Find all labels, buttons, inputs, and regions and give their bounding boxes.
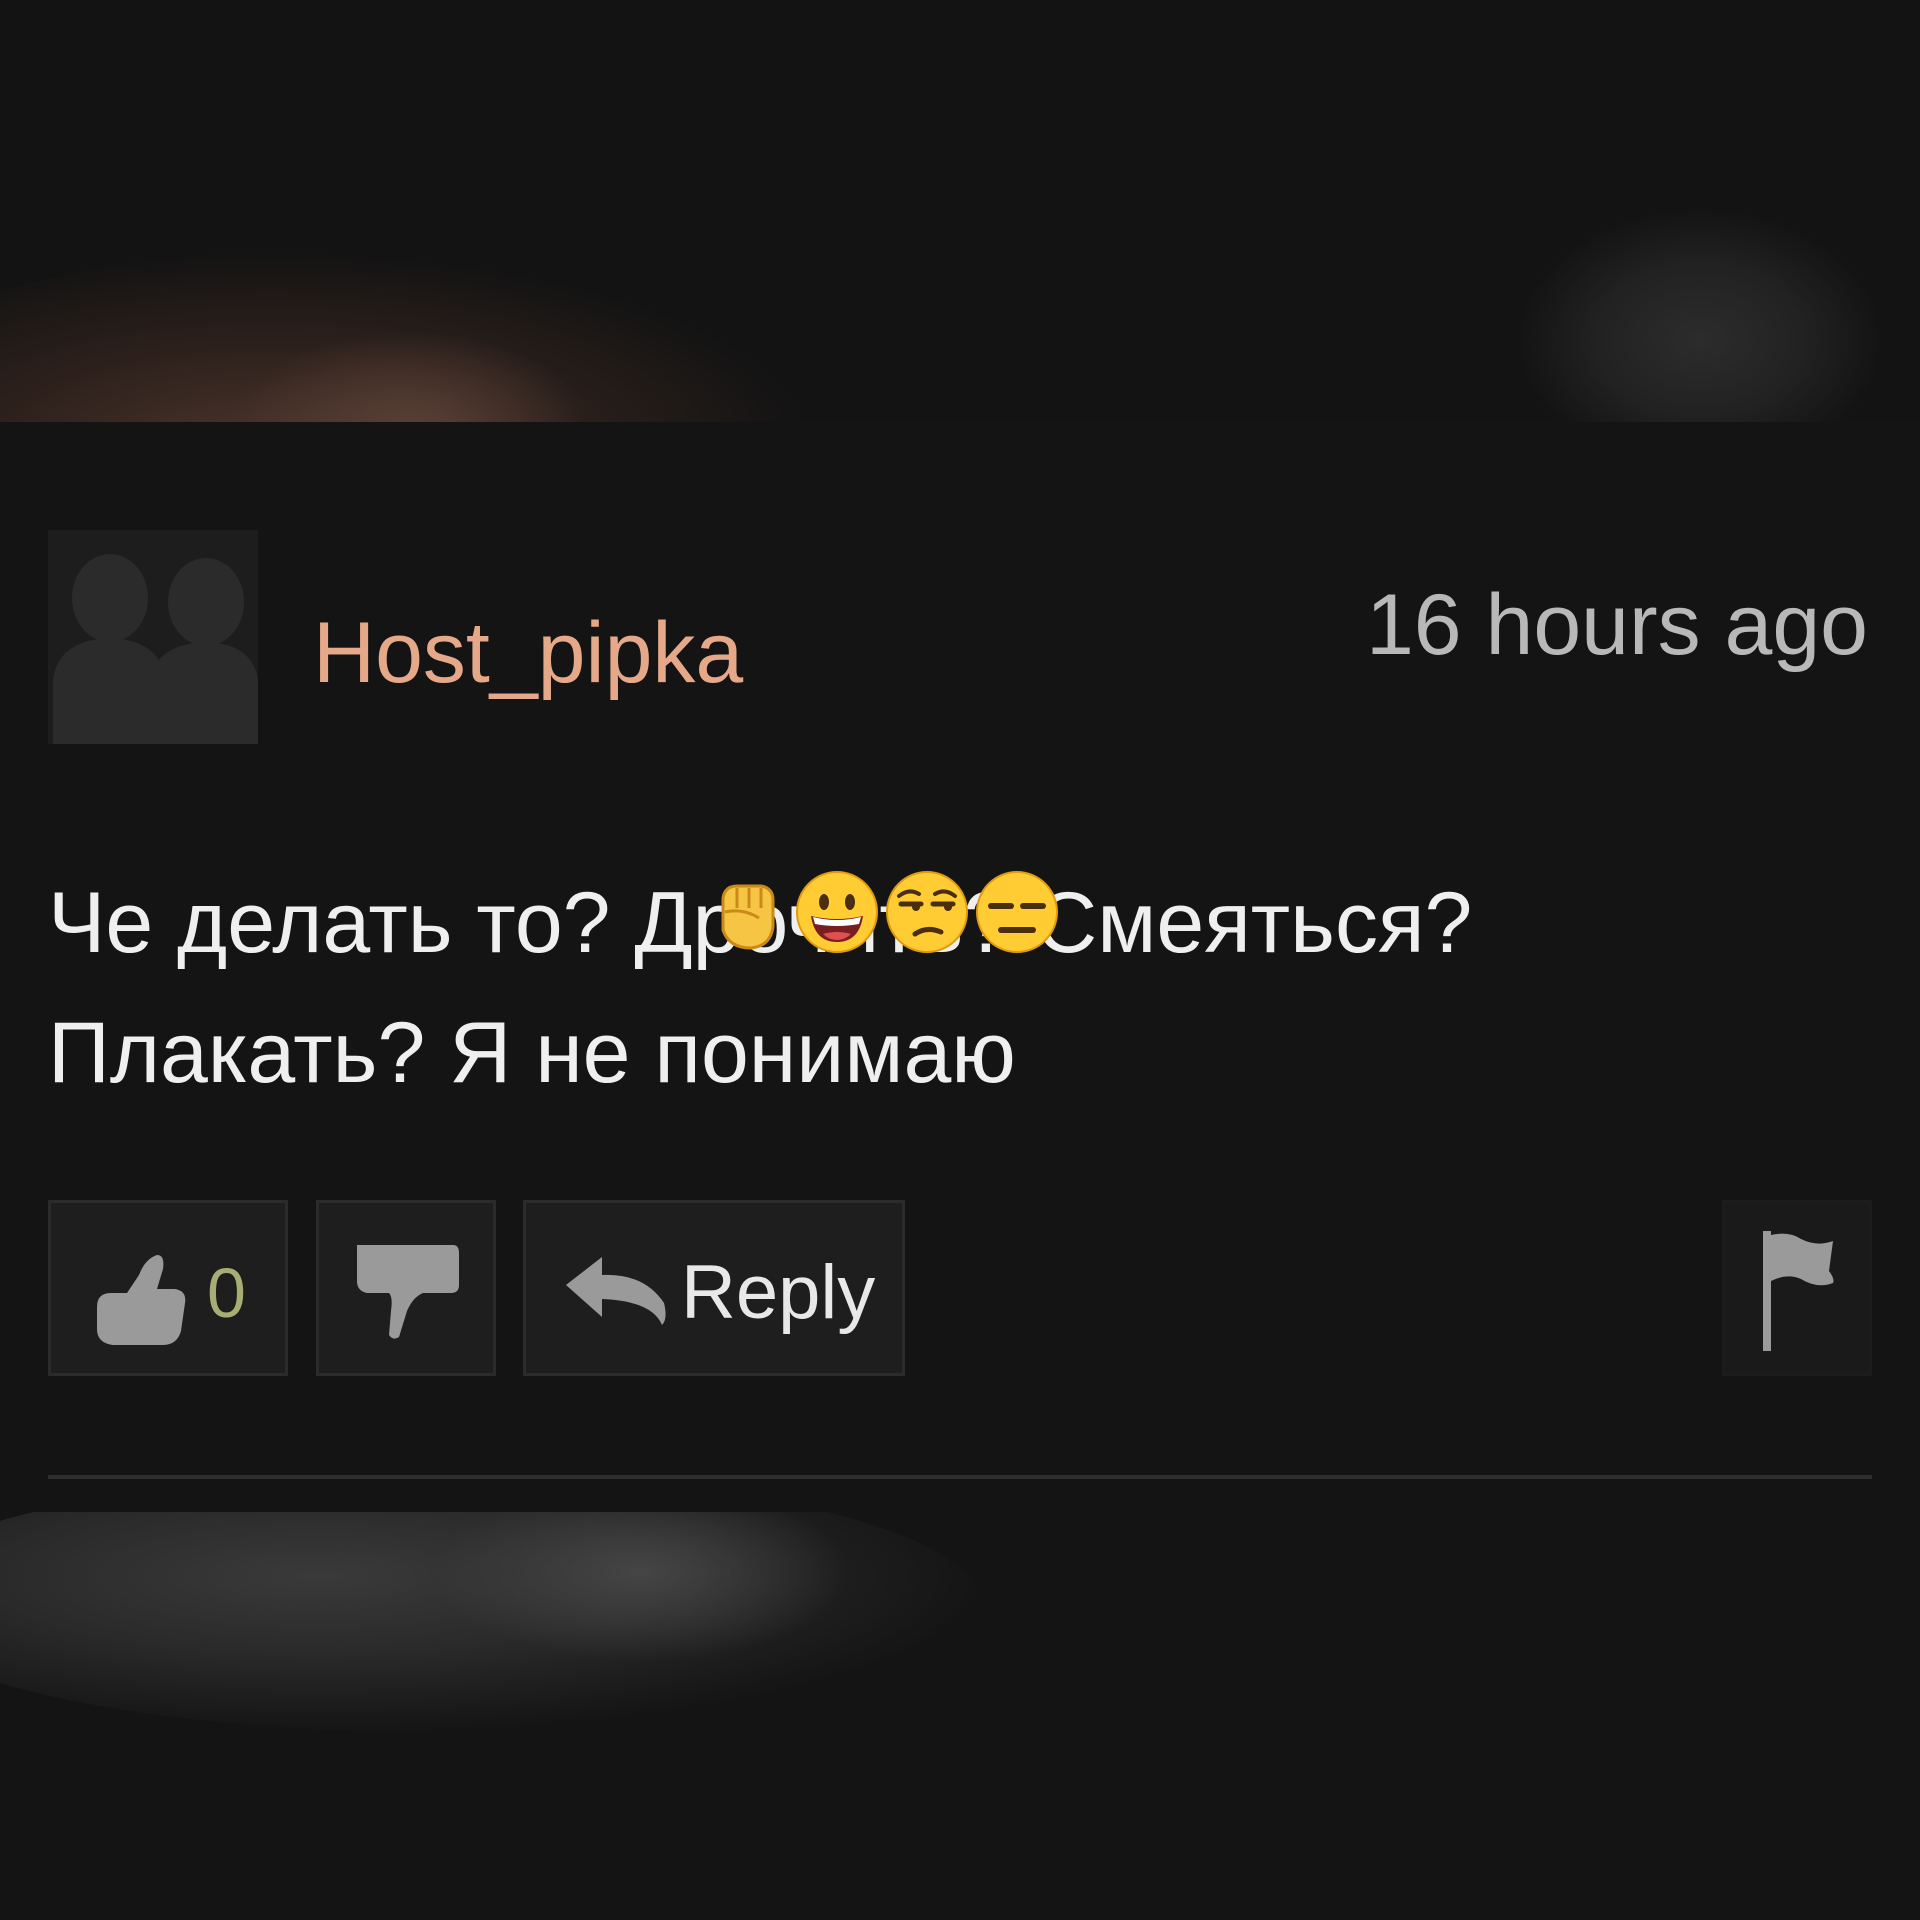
- thumbs-down-icon: [357, 1245, 459, 1339]
- blurred-shape: [1520, 210, 1880, 422]
- unamused-face-emoji: [886, 871, 968, 953]
- reply-button[interactable]: Reply: [523, 1200, 905, 1376]
- emoji-overlay: [703, 868, 1063, 958]
- dislike-button[interactable]: [316, 1200, 496, 1376]
- comment-username[interactable]: Host_pipka: [313, 610, 743, 696]
- thumbs-up-icon: [97, 1255, 186, 1345]
- comment-text-line: Плакать? Я не понимаю: [48, 1005, 1016, 1101]
- expressionless-face-emoji: [976, 871, 1058, 953]
- like-button[interactable]: 0: [48, 1200, 288, 1376]
- comment-divider: [48, 1475, 1872, 1479]
- grinning-face-emoji: [796, 871, 878, 953]
- reply-label: Reply: [681, 1250, 876, 1335]
- like-count: 0: [207, 1254, 246, 1332]
- reply-arrow-icon: [566, 1257, 666, 1325]
- blurred-background-bottom: [0, 1512, 1920, 1920]
- default-avatar-icon: [53, 554, 258, 744]
- comment-timestamp: 16 hours ago: [1365, 577, 1868, 673]
- flag-icon: [1763, 1231, 1834, 1351]
- raised-fist-emoji: [721, 884, 775, 950]
- blurred-background-top: [0, 0, 1920, 422]
- avatar[interactable]: [48, 530, 258, 744]
- flag-button[interactable]: [1722, 1200, 1872, 1376]
